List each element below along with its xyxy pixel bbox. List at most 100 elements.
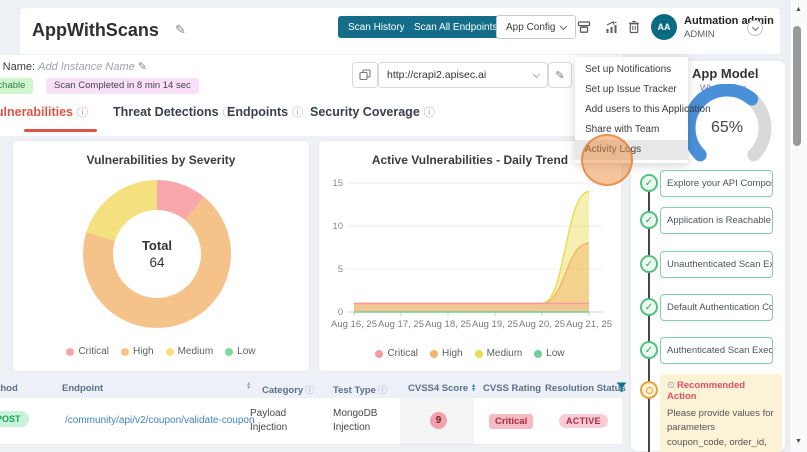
instance-name-label: Instance Name: Add Instance Name ✎ <box>0 60 147 73</box>
edit-instance-icon[interactable]: ✎ <box>138 61 147 73</box>
chevron-down-icon <box>532 70 541 78</box>
legend-dot-icon <box>165 347 174 356</box>
tab-security-coverage[interactable]: Security Coverage ⓘ <box>310 104 435 120</box>
column-header-endpoint[interactable]: Endpoint <box>62 383 103 394</box>
legend-item[interactable]: Medium <box>474 348 523 359</box>
analytics-icon[interactable] <box>604 19 620 35</box>
legend-item[interactable]: Medium <box>165 346 214 357</box>
clock-icon: ⊙ <box>667 380 675 391</box>
legend-label: Critical <box>78 346 110 357</box>
legend-dot-icon <box>430 349 439 358</box>
trend-legend[interactable]: Critical High Medium Low <box>319 348 621 359</box>
column-header-resolution-status[interactable]: Resolution Status <box>545 383 626 394</box>
legend-dot-icon <box>121 347 130 356</box>
checklist-item[interactable]: Authenticated Scan Executed <box>660 337 773 364</box>
checklist-item[interactable]: Unauthenticated Scan Exe... <box>660 251 773 278</box>
column-header-method[interactable]: Method <box>0 383 18 394</box>
legend-label: High <box>442 348 463 359</box>
svg-text:Aug 18, 25: Aug 18, 25 <box>425 319 471 330</box>
menu-item-setup-issue-tracker[interactable]: Set up Issue Tracker <box>575 80 688 100</box>
row-divider <box>0 444 622 445</box>
printer-icon[interactable] <box>576 19 592 35</box>
checklist-item[interactable]: Default Authentication Conf... <box>660 294 773 321</box>
column-header-cvss-rating[interactable]: CVSS Rating <box>483 383 541 394</box>
checklist-item[interactable]: Application is Reachable <box>660 207 773 234</box>
instance-label-text: Instance Name: <box>0 61 36 73</box>
edit-url-button[interactable]: ✎ <box>548 62 572 88</box>
check-circle-icon: ✓ <box>640 255 658 273</box>
legend-label: Medium <box>177 346 214 357</box>
info-icon[interactable]: ⓘ <box>305 385 314 395</box>
scan-url-select[interactable]: http://crapi2.apisec.ai <box>378 62 548 88</box>
recommended-action-box: ⊙ Recommended Action Please provide value… <box>660 374 782 452</box>
legend-item[interactable]: Critical <box>375 348 418 359</box>
scrollbar-thumb[interactable] <box>793 26 801 146</box>
filter-icon[interactable] <box>616 382 627 393</box>
info-icon[interactable]: ⓘ <box>378 385 387 395</box>
legend-label: Medium <box>486 348 523 359</box>
chevron-down-icon <box>751 23 759 31</box>
cvss-rating-badge: Critical <box>489 414 534 429</box>
svg-text:15: 15 <box>332 178 343 189</box>
checklist-item[interactable]: Explore your API Composition <box>660 170 773 197</box>
method-badge: POST <box>0 411 29 427</box>
legend-item[interactable]: High <box>121 346 154 357</box>
info-icon[interactable]: ⓘ <box>292 107 303 119</box>
column-header-test-type[interactable]: Test Type ⓘ <box>333 383 387 396</box>
instance-placeholder[interactable]: Add Instance Name <box>38 61 135 73</box>
donut-total-value: 64 <box>149 255 165 270</box>
copy-url-button[interactable] <box>352 62 378 88</box>
trash-icon[interactable] <box>626 19 642 35</box>
legend-dot-icon <box>534 349 543 358</box>
legend-dot-icon <box>474 349 483 358</box>
app-config-dropdown[interactable]: App Config <box>496 15 577 39</box>
scan-all-endpoints-button[interactable]: Scan All Endpoints <box>404 16 508 38</box>
legend-label: High <box>133 346 154 357</box>
edit-title-icon[interactable]: ✎ <box>175 22 186 38</box>
menu-item-setup-notifications[interactable]: Set up Notifications <box>575 60 688 80</box>
svg-text:Aug 16, 25: Aug 16, 25 <box>331 319 377 330</box>
menu-item-activity-logs[interactable]: Activity Logs <box>575 140 688 160</box>
avatar[interactable]: AA <box>651 14 677 40</box>
resolution-status-badge: ACTIVE <box>559 414 608 428</box>
legend-item[interactable]: High <box>430 348 463 359</box>
tab-vulnerabilities[interactable]: Vulnerabilities ⓘ <box>0 104 88 120</box>
cvss4-score-badge: 9 <box>430 412 447 429</box>
sort-icon[interactable]: ▲ ▼ <box>246 381 251 392</box>
svg-text:10: 10 <box>332 221 343 232</box>
scroll-up-arrow[interactable]: ▲ <box>795 6 802 13</box>
menu-item-share-with-team[interactable]: Share with Team <box>575 120 688 140</box>
legend-item[interactable]: Low <box>225 346 256 357</box>
scroll-down-arrow[interactable]: ▼ <box>795 438 802 445</box>
gauge-percent: 65% <box>710 119 744 136</box>
tab-threat-detections[interactable]: Threat Detections ⓘ <box>113 104 234 120</box>
tab-label: Endpoints <box>227 105 289 119</box>
legend-label: Critical <box>387 348 419 359</box>
tab-endpoints[interactable]: Endpoints ⓘ <box>227 104 303 120</box>
info-icon[interactable]: ⓘ <box>424 107 435 119</box>
column-header-cvss4-score[interactable]: CVSS4 Score ▲ ▼ <box>408 383 476 394</box>
legend-dot-icon <box>66 347 75 356</box>
legend-label: Low <box>546 348 565 359</box>
legend-dot-icon <box>225 347 234 356</box>
user-menu-chevron[interactable] <box>747 20 763 36</box>
legend-item[interactable]: Critical <box>66 346 109 357</box>
donut-total-label: Total <box>141 238 173 253</box>
tab-label: Threat Detections <box>113 105 219 119</box>
header-label: Test Type <box>333 385 376 396</box>
column-header-category[interactable]: Category ⓘ <box>262 383 314 396</box>
info-icon[interactable]: ⓘ <box>77 107 88 119</box>
header-label: CVSS4 Score <box>408 383 469 394</box>
check-circle-icon: ✓ <box>640 174 658 192</box>
daily-trend-area-chart[interactable]: 051015Aug 16, 25 Aug 17, 25 Aug 18, 25 Aug … <box>319 169 623 341</box>
menu-item-add-users[interactable]: Add users to this Application <box>575 100 711 120</box>
scan-url-value: http://crapi2.apisec.ai <box>387 69 487 81</box>
reachable-badge: Reachable <box>0 78 34 94</box>
category-cell: Payload Injection <box>250 408 288 433</box>
legend-item[interactable]: Low <box>534 348 565 359</box>
severity-legend[interactable]: Critical High Medium Low <box>13 346 309 357</box>
chevron-down-icon <box>560 22 568 30</box>
svg-text:0: 0 <box>338 307 343 318</box>
endpoint-link[interactable]: /community/api/v2/coupon/validate-coupon <box>65 415 255 426</box>
recommended-action-title: Recommended Action <box>667 380 746 402</box>
